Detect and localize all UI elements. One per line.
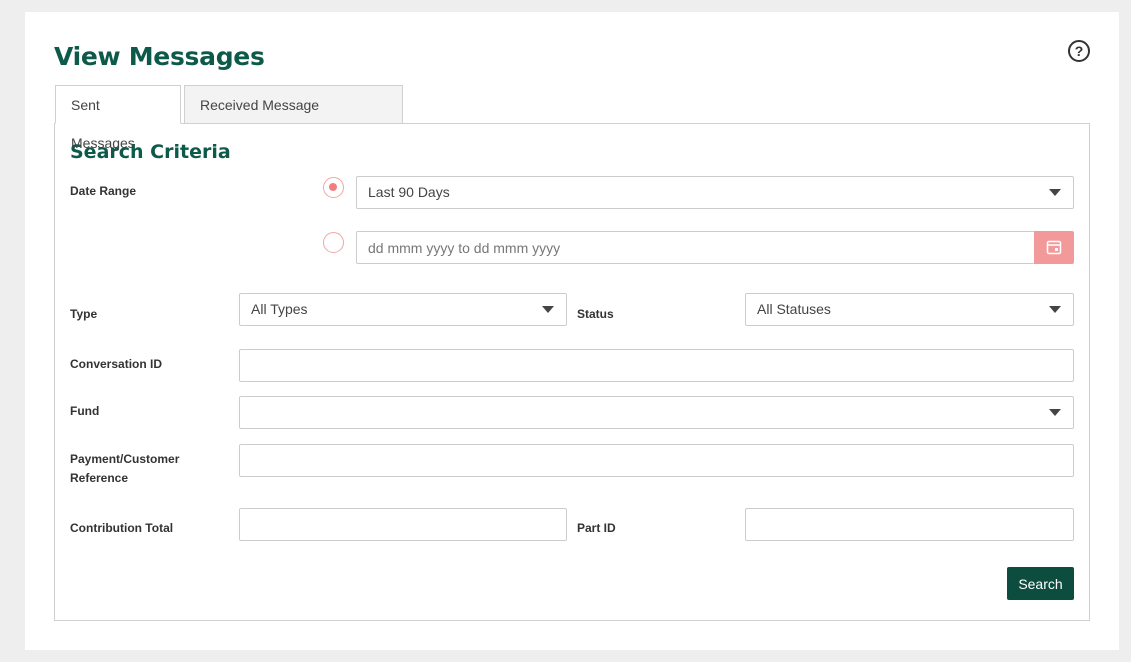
tab-sent-messages[interactable]: Sent Messages xyxy=(55,85,181,151)
conversation-id-label: Conversation ID xyxy=(70,357,163,371)
caret-down-icon xyxy=(1049,409,1061,416)
payment-reference-input[interactable] xyxy=(239,444,1074,477)
part-id-label: Part ID xyxy=(577,521,616,535)
type-select-value: All Types xyxy=(251,301,308,317)
date-range-custom-input[interactable] xyxy=(356,231,1036,264)
caret-down-icon xyxy=(542,306,554,313)
date-range-label: Date Range xyxy=(70,184,137,198)
status-select-value: All Statuses xyxy=(757,301,831,317)
status-label: Status xyxy=(577,307,614,321)
search-panel: Search Criteria Date Range Last 90 Days … xyxy=(54,123,1090,621)
type-select[interactable]: All Types xyxy=(239,293,567,326)
view-messages-card: View Messages ? Sent Messages Received M… xyxy=(25,12,1119,650)
contribution-total-label: Contribution Total xyxy=(70,521,174,535)
help-icon[interactable]: ? xyxy=(1068,40,1090,62)
fund-select[interactable] xyxy=(239,396,1074,429)
tab-received-message-responses[interactable]: Received Message Responses xyxy=(184,85,403,151)
fund-label: Fund xyxy=(70,404,100,418)
date-range-preset-radio[interactable] xyxy=(323,177,344,198)
payment-reference-label: Payment/Customer Reference xyxy=(70,452,180,485)
calendar-button[interactable] xyxy=(1034,231,1074,264)
type-label: Type xyxy=(70,307,98,321)
part-id-input[interactable] xyxy=(745,508,1074,541)
search-button[interactable]: Search xyxy=(1007,567,1074,600)
date-range-preset-select[interactable]: Last 90 Days xyxy=(356,176,1074,209)
status-select[interactable]: All Statuses xyxy=(745,293,1074,326)
caret-down-icon xyxy=(1049,306,1061,313)
page-title: View Messages xyxy=(54,42,265,71)
date-range-custom-radio[interactable] xyxy=(323,232,344,253)
date-range-preset-value: Last 90 Days xyxy=(368,184,450,200)
caret-down-icon xyxy=(1049,189,1061,196)
conversation-id-input[interactable] xyxy=(239,349,1074,382)
contribution-total-input[interactable] xyxy=(239,508,567,541)
calendar-icon xyxy=(1046,240,1062,255)
